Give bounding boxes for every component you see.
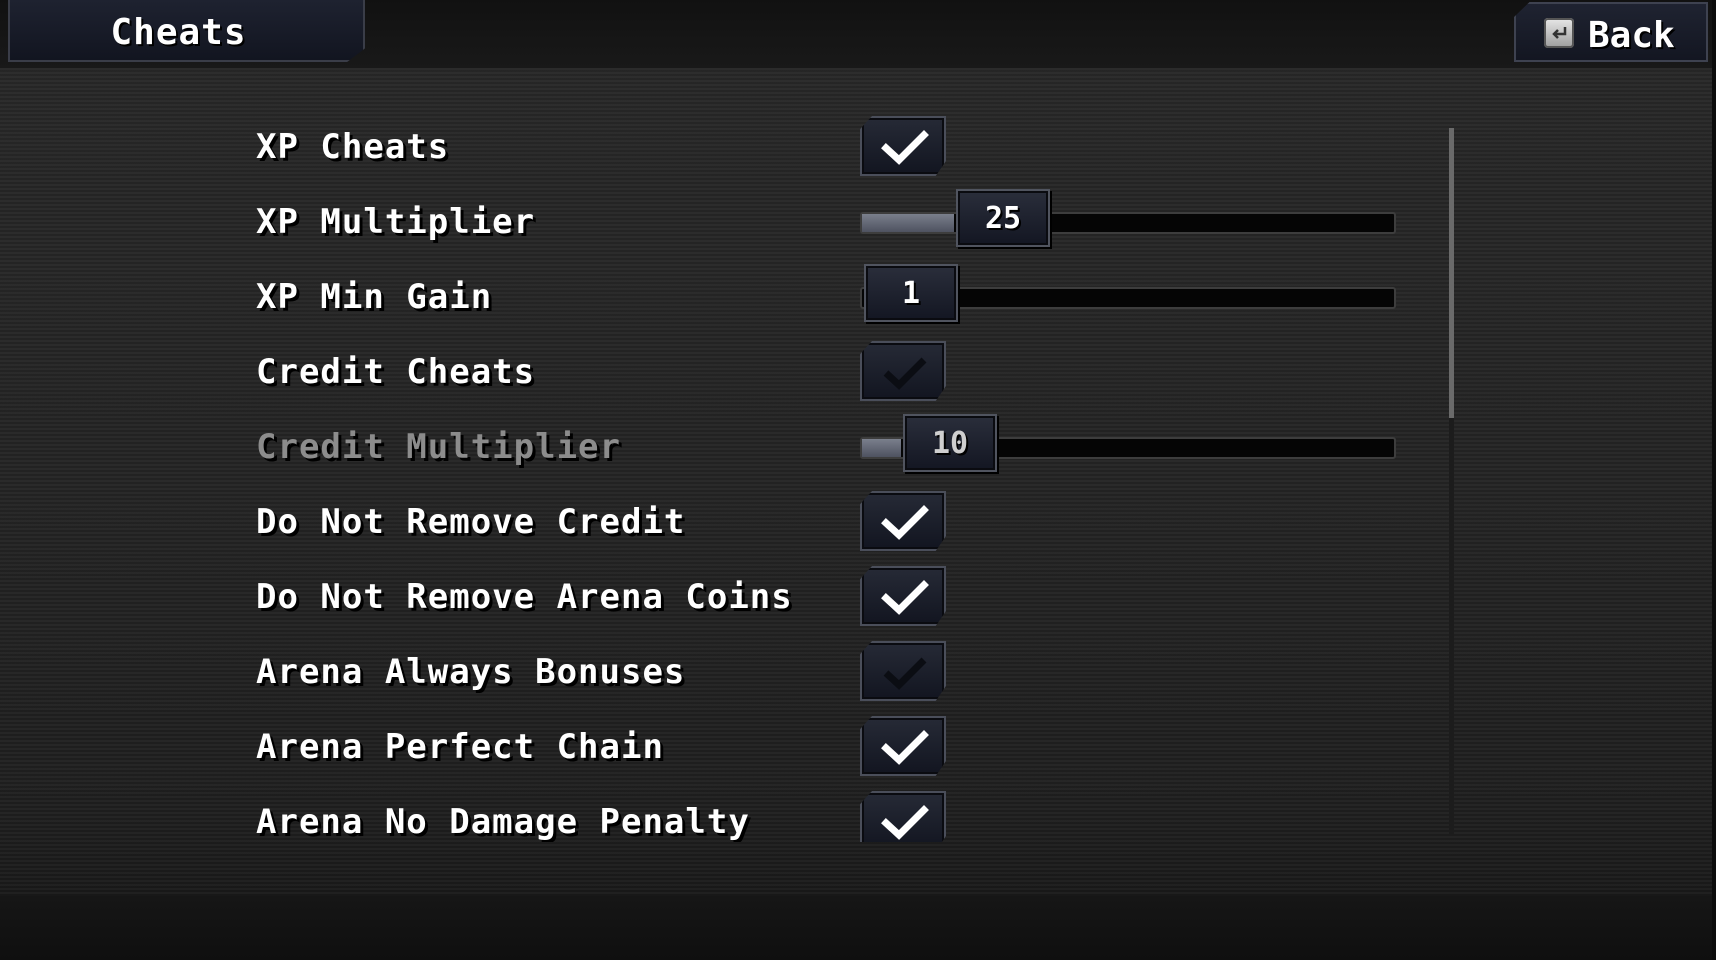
setting-checkbox[interactable] [860,716,946,776]
setting-label: Arena Perfect Chain [256,727,664,767]
setting-row: XP Min Gain 1 [0,260,1480,335]
slider-thumb[interactable]: 25 [956,189,1050,247]
setting-label: Credit Cheats [256,352,536,392]
cheats-screen: Cheats Back XP Cheats XP Multiplier 25 XP M… [0,0,1716,960]
setting-slider[interactable]: 10 [860,414,1396,472]
setting-row: XP Cheats [0,110,1480,185]
slider-fill [862,214,954,232]
setting-row: Credit Cheats [0,335,1480,410]
settings-list: XP Cheats XP Multiplier 25 XP Min Gain 1 Cred… [0,110,1716,842]
back-button[interactable]: Back [1514,2,1708,62]
slider-fill [862,439,901,457]
setting-checkbox[interactable] [860,491,946,551]
setting-label: XP Min Gain [256,277,493,317]
page-title: Cheats [110,12,247,53]
setting-label: Arena No Damage Penalty [256,802,750,842]
setting-row: Do Not Remove Credit [0,485,1480,560]
setting-row: Do Not Remove Arena Coins [0,560,1480,635]
slider-thumb[interactable]: 10 [903,414,997,472]
setting-slider[interactable]: 1 [860,264,1396,322]
setting-row: Arena No Damage Penalty [0,785,1480,842]
right-edge [1712,0,1716,960]
back-label: Back [1588,15,1675,56]
bottom-bar [0,896,1716,960]
setting-label: Do Not Remove Credit [256,502,686,542]
setting-label: XP Cheats [256,127,450,167]
setting-label: Arena Always Bonuses [256,652,686,692]
setting-label: Credit Multiplier [256,427,621,467]
setting-checkbox[interactable] [860,791,946,842]
setting-row: XP Multiplier 25 [0,185,1480,260]
setting-checkbox[interactable] [860,341,946,401]
setting-row: Arena Perfect Chain [0,710,1480,785]
setting-checkbox[interactable] [860,566,946,626]
setting-slider[interactable]: 25 [860,189,1396,247]
setting-checkbox[interactable] [860,641,946,701]
scrollbar-thumb[interactable] [1449,128,1454,418]
slider-thumb[interactable]: 1 [864,264,958,322]
back-key-icon [1544,18,1574,48]
setting-label: Do Not Remove Arena Coins [256,577,793,617]
setting-row: Arena Always Bonuses [0,635,1480,710]
setting-checkbox[interactable] [860,116,946,176]
setting-row: Credit Multiplier 10 [0,410,1480,485]
setting-label: XP Multiplier [256,202,536,242]
